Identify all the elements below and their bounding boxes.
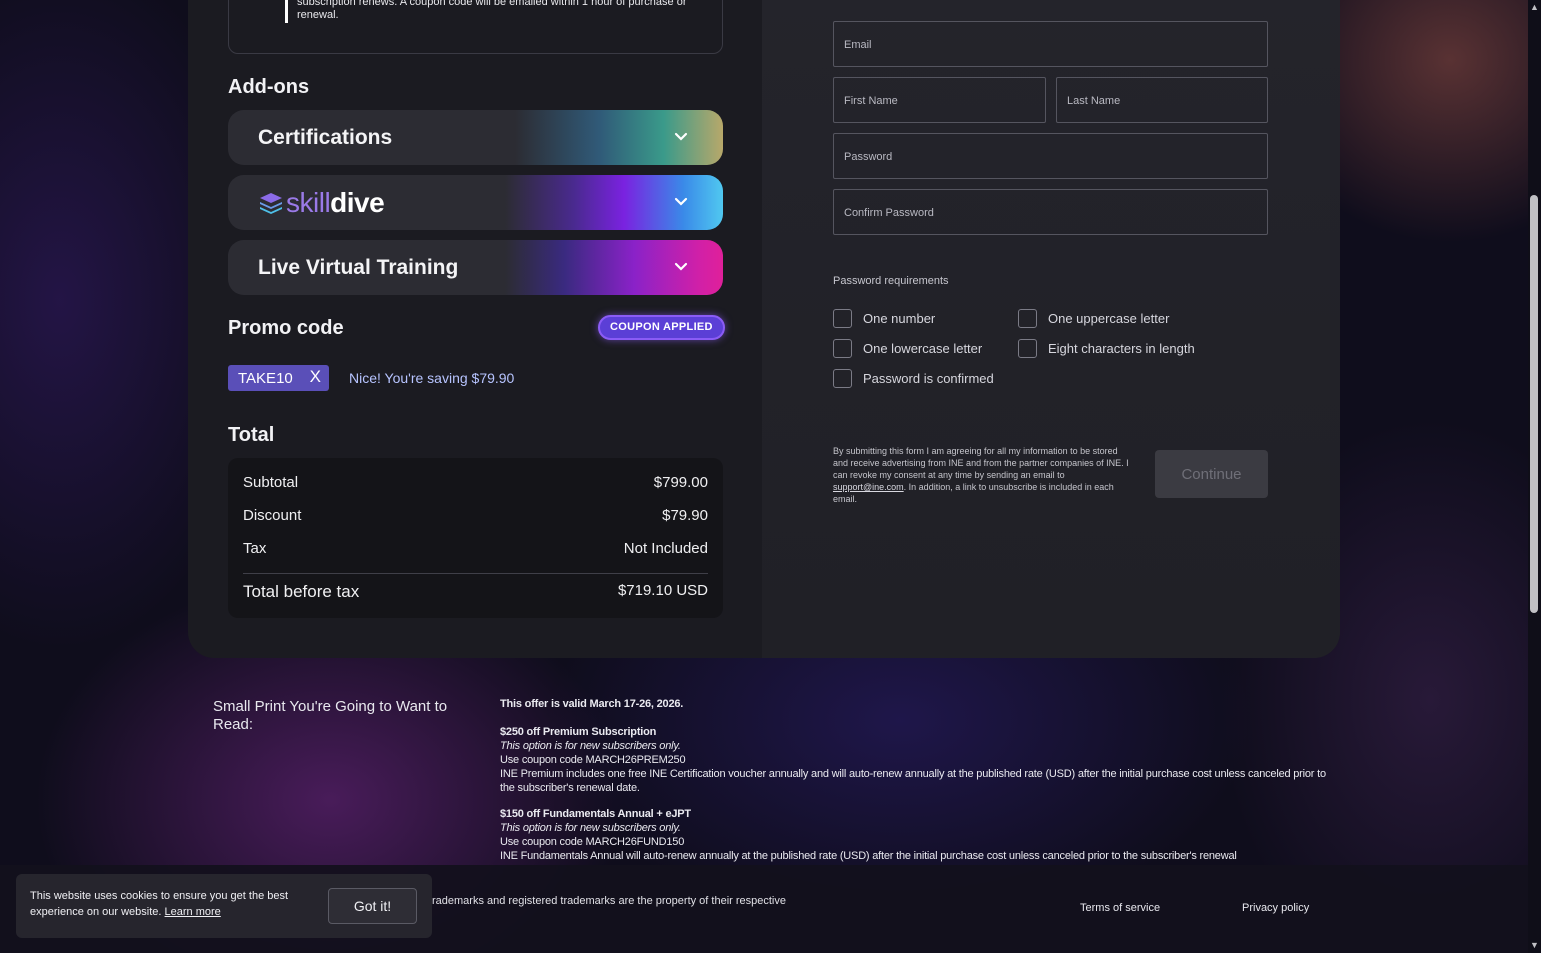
last-name-field[interactable]: Last Name bbox=[1056, 77, 1268, 123]
password-field[interactable]: Password bbox=[833, 133, 1268, 179]
row-value: Not Included bbox=[623, 540, 708, 557]
cookie-message: This website uses cookies to ensure you … bbox=[30, 890, 289, 918]
row-value: $719.10 USD bbox=[617, 582, 708, 599]
offer-note: This option is for new subscribers only. bbox=[500, 740, 681, 752]
tax-row: Tax Not Included bbox=[243, 540, 708, 557]
consent-text-a: By submitting this form I am agreeing fo… bbox=[833, 446, 1129, 480]
trademark-notice: rademarks and registered trademarks are … bbox=[432, 895, 786, 907]
requirement-checkbox bbox=[833, 309, 852, 328]
requirement-checkbox bbox=[833, 369, 852, 388]
req-one-number: One number bbox=[833, 309, 935, 328]
plan-info-box: subscription renews. A coupon code will … bbox=[228, 0, 723, 54]
subtotal-row: Subtotal $799.00 bbox=[243, 474, 708, 491]
email-field[interactable]: Email bbox=[833, 21, 1268, 67]
scroll-up-icon[interactable]: ▲ bbox=[1530, 2, 1539, 12]
chevron-down-icon bbox=[674, 132, 688, 141]
requirement-label: Eight characters in length bbox=[1048, 341, 1195, 356]
chevron-down-icon bbox=[674, 262, 688, 271]
cookie-accept-button[interactable]: Got it! bbox=[328, 888, 417, 924]
cookie-text: This website uses cookies to ensure you … bbox=[30, 888, 320, 920]
first-name-field[interactable]: First Name bbox=[833, 77, 1046, 123]
total-before-tax-row: Total before tax $719.10 USD bbox=[243, 582, 708, 602]
offer-title: $250 off Premium Subscription bbox=[500, 726, 657, 738]
row-value: $79.90 bbox=[662, 507, 708, 524]
skilldive-logo-part: dive bbox=[330, 186, 385, 218]
total-summary: Subtotal $799.00 Discount $79.90 Tax Not… bbox=[228, 458, 723, 618]
row-label: Tax bbox=[243, 540, 267, 557]
offer-desc: INE Fundamentals Annual will auto-renew … bbox=[500, 850, 1237, 862]
promo-title: Promo code bbox=[228, 317, 344, 339]
skilldive-logo: skill dive bbox=[258, 186, 385, 219]
offer-title: $150 off Fundamentals Annual + eJPT bbox=[500, 808, 691, 820]
offer-premium: $250 off Premium Subscription This optio… bbox=[500, 725, 1330, 795]
total-divider bbox=[243, 573, 708, 574]
plan-note: subscription renews. A coupon code will … bbox=[297, 0, 687, 21]
promo-code: TAKE10 bbox=[238, 369, 293, 387]
req-confirmed: Password is confirmed bbox=[833, 369, 994, 388]
requirement-label: One lowercase letter bbox=[863, 341, 983, 356]
requirement-label: One uppercase letter bbox=[1048, 311, 1170, 326]
requirement-label: Password is confirmed bbox=[863, 371, 994, 386]
row-value: $799.00 bbox=[653, 474, 708, 491]
cookie-banner: This website uses cookies to ensure you … bbox=[16, 874, 432, 938]
scrollbar-thumb[interactable] bbox=[1530, 195, 1538, 613]
requirement-checkbox bbox=[833, 339, 852, 358]
addons-title: Add-ons bbox=[228, 76, 310, 98]
consent-text: By submitting this form I am agreeing fo… bbox=[833, 445, 1133, 505]
offer-validity: This offer is valid March 17-26, 2026. bbox=[500, 697, 1330, 711]
addon-skilldive[interactable]: skill dive bbox=[228, 175, 723, 230]
discount-row: Discount $79.90 bbox=[243, 507, 708, 524]
privacy-policy-link[interactable]: Privacy policy bbox=[1242, 902, 1309, 914]
req-uppercase: One uppercase letter bbox=[1018, 309, 1169, 328]
remove-coupon-button[interactable]: X bbox=[310, 367, 321, 387]
offer-code: Use coupon code MARCH26PREM250 bbox=[500, 754, 686, 766]
addon-certifications[interactable]: Certifications bbox=[228, 110, 723, 165]
row-label: Total before tax bbox=[243, 582, 360, 601]
row-label: Subtotal bbox=[243, 474, 299, 491]
offer-validity-text: This offer is valid March 17-26, 2026. bbox=[500, 698, 684, 710]
password-requirements-title: Password requirements bbox=[833, 275, 949, 287]
savings-message: Nice! You're saving $79.90 bbox=[349, 370, 515, 386]
page-scrollbar[interactable]: ▲ ▼ bbox=[1528, 0, 1541, 953]
terms-of-service-link[interactable]: Terms of service bbox=[1080, 902, 1160, 914]
scroll-down-icon[interactable]: ▼ bbox=[1530, 940, 1539, 950]
support-email-link[interactable]: support@ine.com bbox=[833, 482, 904, 492]
skilldive-logo-part: skill bbox=[286, 186, 331, 218]
addon-live-virtual-training[interactable]: Live Virtual Training bbox=[228, 240, 723, 295]
row-label: Discount bbox=[243, 507, 302, 524]
requirement-label: One number bbox=[863, 311, 936, 326]
offer-code: Use coupon code MARCH26FUND150 bbox=[500, 836, 685, 848]
addon-label: Certifications bbox=[258, 125, 393, 149]
coupon-applied-badge: COUPON APPLIED bbox=[598, 315, 725, 340]
small-print-title: Small Print You're Going to Want to Read… bbox=[213, 698, 448, 733]
addon-label: Live Virtual Training bbox=[258, 255, 459, 279]
requirement-checkbox bbox=[1018, 309, 1037, 328]
info-accent-bar bbox=[285, 0, 288, 23]
total-title: Total bbox=[228, 424, 275, 446]
promo-code-chip: TAKE10 X bbox=[228, 365, 329, 391]
offer-fundamentals: $150 off Fundamentals Annual + eJPT This… bbox=[500, 807, 1330, 863]
req-length: Eight characters in length bbox=[1018, 339, 1195, 358]
offer-note: This option is for new subscribers only. bbox=[500, 822, 681, 834]
stack-icon bbox=[260, 192, 282, 214]
offer-desc: INE Premium includes one free INE Certif… bbox=[500, 768, 1326, 794]
continue-button[interactable]: Continue bbox=[1155, 450, 1268, 498]
chevron-down-icon bbox=[674, 197, 688, 206]
requirement-checkbox bbox=[1018, 339, 1037, 358]
learn-more-link[interactable]: Learn more bbox=[165, 906, 221, 918]
req-lowercase: One lowercase letter bbox=[833, 339, 982, 358]
confirm-password-field[interactable]: Confirm Password bbox=[833, 189, 1268, 235]
